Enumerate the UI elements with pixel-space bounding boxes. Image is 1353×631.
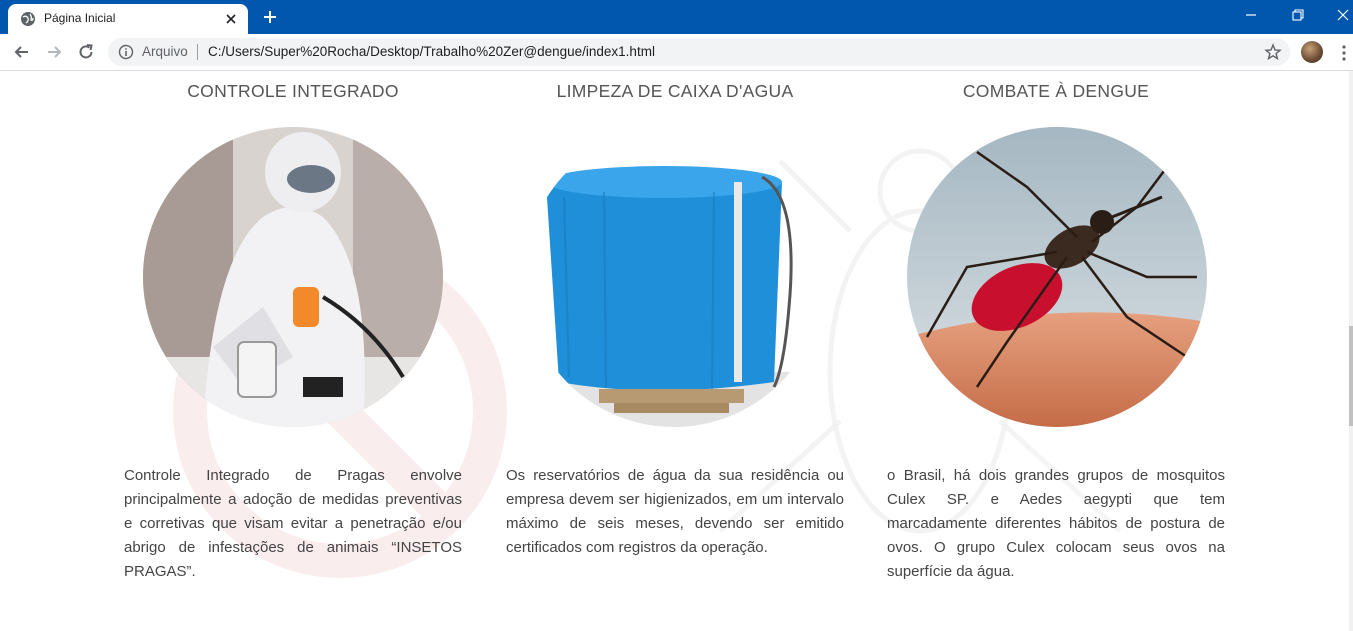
toolbar: Arquivo C:/Users/Super%20Rocha/Desktop/T… — [0, 34, 1353, 71]
column-title: CONTROLE INTEGRADO — [187, 81, 399, 101]
back-icon[interactable] — [12, 42, 32, 62]
plus-icon[interactable] — [260, 7, 280, 27]
mosquito-photo — [907, 127, 1207, 427]
avatar[interactable] — [1301, 41, 1323, 63]
reload-icon[interactable] — [76, 42, 96, 62]
forward-icon[interactable] — [44, 42, 64, 62]
minimize-icon[interactable] — [1239, 5, 1263, 25]
column-description: o Brasil, há dois grandes grupos de mosq… — [887, 467, 1225, 580]
column-description: Controle Integrado de Pragas envolve pri… — [124, 467, 462, 580]
page-content: CONTROLE INTEGRADO Controle Integrado de… — [0, 71, 1353, 631]
info-icon[interactable] — [118, 44, 134, 60]
pest-control-photo — [143, 127, 443, 427]
close-window-icon[interactable] — [1331, 5, 1353, 25]
title-bar: Página Inicial — [0, 0, 1353, 34]
tab-title: Página Inicial — [44, 11, 116, 25]
scrollbar-thumb[interactable] — [1349, 326, 1353, 426]
column-title: LIMPEZA DE CAIXA D'AGUA — [556, 81, 794, 101]
star-icon[interactable] — [1264, 43, 1282, 61]
url-text[interactable]: C:/Users/Super%20Rocha/Desktop/Trabalho%… — [208, 44, 655, 59]
security-chip[interactable]: Arquivo — [142, 44, 188, 59]
scrollbar[interactable] — [1349, 71, 1353, 631]
column-description: Os reservatórios de água da sua residênc… — [506, 467, 844, 556]
address-bar[interactable]: Arquivo C:/Users/Super%20Rocha/Desktop/T… — [108, 38, 1290, 66]
restore-icon[interactable] — [1285, 5, 1309, 25]
omnibox-divider — [197, 44, 198, 60]
globe-icon — [21, 12, 35, 26]
browser-tab[interactable]: Página Inicial — [8, 4, 248, 34]
close-icon[interactable] — [222, 10, 240, 28]
menu-icon[interactable] — [1336, 44, 1352, 62]
water-tank-photo — [524, 127, 824, 427]
column-title: COMBATE À DENGUE — [962, 81, 1150, 101]
